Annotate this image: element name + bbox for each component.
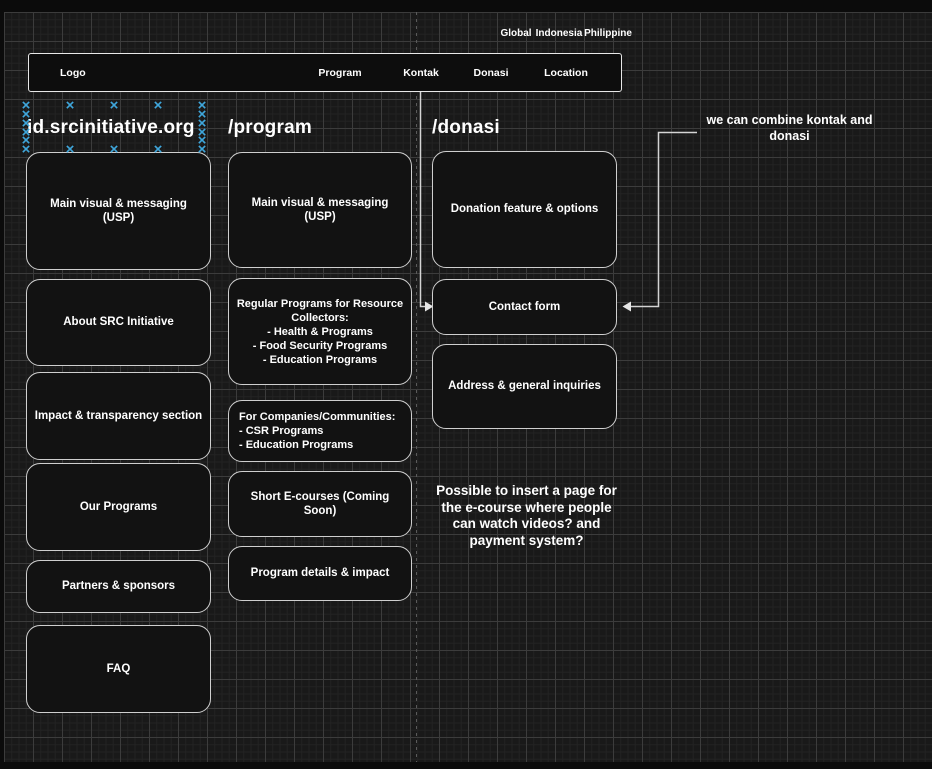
nav-item-kontak[interactable]: Kontak bbox=[403, 67, 439, 79]
selection-handle-icon[interactable]: × bbox=[152, 144, 164, 156]
nav-logo[interactable]: Logo bbox=[60, 67, 86, 79]
selection-handle-icon[interactable]: × bbox=[108, 144, 120, 156]
combine-kontak-note[interactable]: we can combine kontak and donasi bbox=[692, 112, 887, 144]
column-title-donasi[interactable]: /donasi bbox=[432, 117, 500, 139]
column-title-home[interactable]: id.srcinitiative.org bbox=[27, 117, 195, 139]
region-tab-global[interactable]: Global bbox=[500, 28, 531, 39]
program-hero-box[interactable]: Main visual & messaging (USP) bbox=[228, 152, 412, 268]
selection-handle-icon[interactable]: × bbox=[196, 135, 208, 147]
whiteboard-frame: Global Indonesia Philippine Logo Program… bbox=[0, 0, 932, 769]
nav-item-location[interactable]: Location bbox=[544, 67, 588, 79]
impact-box[interactable]: Impact & transparency section bbox=[26, 372, 211, 460]
our-programs-box[interactable]: Our Programs bbox=[26, 463, 211, 551]
donation-box[interactable]: Donation feature & options bbox=[432, 151, 617, 268]
partners-box[interactable]: Partners & sponsors bbox=[26, 560, 211, 613]
wireframe-navbar[interactable]: Logo Program Kontak Donasi Location bbox=[28, 53, 622, 92]
selection-handle-icon[interactable]: × bbox=[64, 144, 76, 156]
selection-handle-icon[interactable]: × bbox=[20, 135, 32, 147]
region-tab-philippine[interactable]: Philippine bbox=[584, 28, 632, 39]
program-details-box[interactable]: Program details & impact bbox=[228, 546, 412, 601]
home-hero-box[interactable]: Main visual & messaging (USP) bbox=[26, 152, 211, 270]
regular-programs-box[interactable]: Regular Programs for Resource Collectors… bbox=[228, 278, 412, 385]
selection-handle-icon[interactable]: × bbox=[152, 100, 164, 112]
column-title-program[interactable]: /program bbox=[228, 117, 312, 139]
nav-item-program[interactable]: Program bbox=[318, 67, 361, 79]
faq-box[interactable]: FAQ bbox=[26, 625, 211, 713]
region-tab-indonesia[interactable]: Indonesia bbox=[536, 28, 583, 39]
ecourse-question-note[interactable]: Possible to insert a page for the e-cour… bbox=[419, 483, 634, 549]
address-box[interactable]: Address & general inquiries bbox=[432, 344, 617, 429]
selection-handle-icon[interactable]: × bbox=[64, 100, 76, 112]
selection-handle-icon[interactable]: × bbox=[108, 100, 120, 112]
nav-item-donasi[interactable]: Donasi bbox=[473, 67, 508, 79]
about-box[interactable]: About SRC Initiative bbox=[26, 279, 211, 366]
companies-programs-box[interactable]: For Companies/Communities: - CSR Program… bbox=[228, 400, 412, 462]
ecourses-box[interactable]: Short E-courses (Coming Soon) bbox=[228, 471, 412, 537]
contact-form-box[interactable]: Contact form bbox=[432, 279, 617, 335]
